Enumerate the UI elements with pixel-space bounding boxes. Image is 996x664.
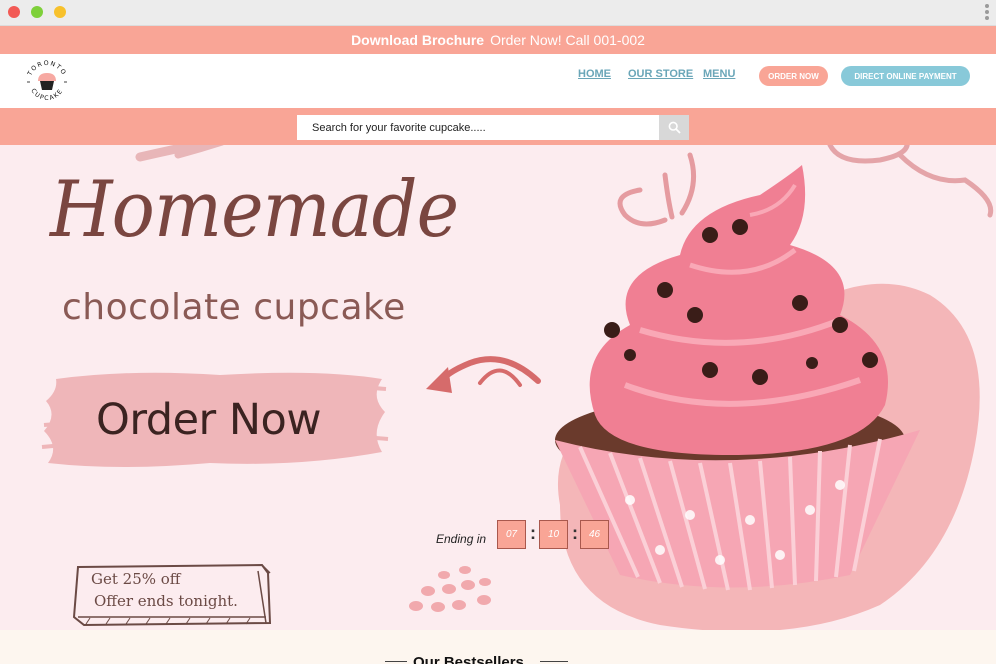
- close-window-button[interactable]: [8, 6, 20, 18]
- hero-banner: Homemade chocolate cupcake Order Now End…: [0, 145, 996, 630]
- nav-menu-link[interactable]: MENU: [703, 68, 735, 80]
- bestsellers-section: Our Bestsellers: [0, 630, 996, 664]
- more-options-icon[interactable]: [984, 3, 990, 23]
- promo-bar: Download Brochure Order Now! Call 001-00…: [0, 26, 996, 54]
- countdown-seconds: 46: [580, 520, 609, 549]
- order-now-cta[interactable]: Order Now: [96, 395, 322, 445]
- countdown-separator: :: [530, 523, 536, 543]
- countdown-minutes: 10: [539, 520, 568, 549]
- countdown-separator: :: [572, 523, 578, 543]
- toronto-cupcake-logo[interactable]: TORONTO CUPCAKE: [24, 59, 70, 105]
- site-header: TORONTO CUPCAKE HOME OUR STORE MENU ORDE…: [0, 54, 996, 108]
- divider: [540, 661, 568, 662]
- search-button[interactable]: [659, 115, 689, 140]
- search-bar: [0, 108, 996, 145]
- search-icon: [668, 121, 681, 134]
- hero-headline: Homemade: [50, 165, 459, 255]
- search-input[interactable]: [297, 115, 659, 140]
- call-to-order-text: Order Now! Call 001-002: [490, 32, 645, 48]
- download-brochure-link[interactable]: Download Brochure: [351, 32, 484, 48]
- maximize-window-button[interactable]: [54, 6, 66, 18]
- direct-online-payment-button[interactable]: DIRECT ONLINE PAYMENT: [841, 66, 970, 86]
- countdown-hours: 07: [497, 520, 526, 549]
- window-titlebar: [0, 0, 996, 26]
- bestsellers-title: Our Bestsellers: [413, 654, 524, 664]
- cupcake-icon: [38, 73, 56, 90]
- divider: [385, 661, 407, 662]
- countdown-label: Ending in: [436, 532, 487, 546]
- order-now-button[interactable]: ORDER NOW: [759, 66, 828, 86]
- nav-our-store-link[interactable]: OUR STORE: [628, 68, 693, 80]
- nav-home-link[interactable]: HOME: [578, 68, 611, 80]
- offer-discount-text: Get 25% off: [91, 570, 181, 588]
- minimize-window-button[interactable]: [31, 6, 43, 18]
- offer-deadline-text: Offer ends tonight.: [94, 592, 238, 610]
- hero-subheadline: chocolate cupcake: [62, 287, 406, 328]
